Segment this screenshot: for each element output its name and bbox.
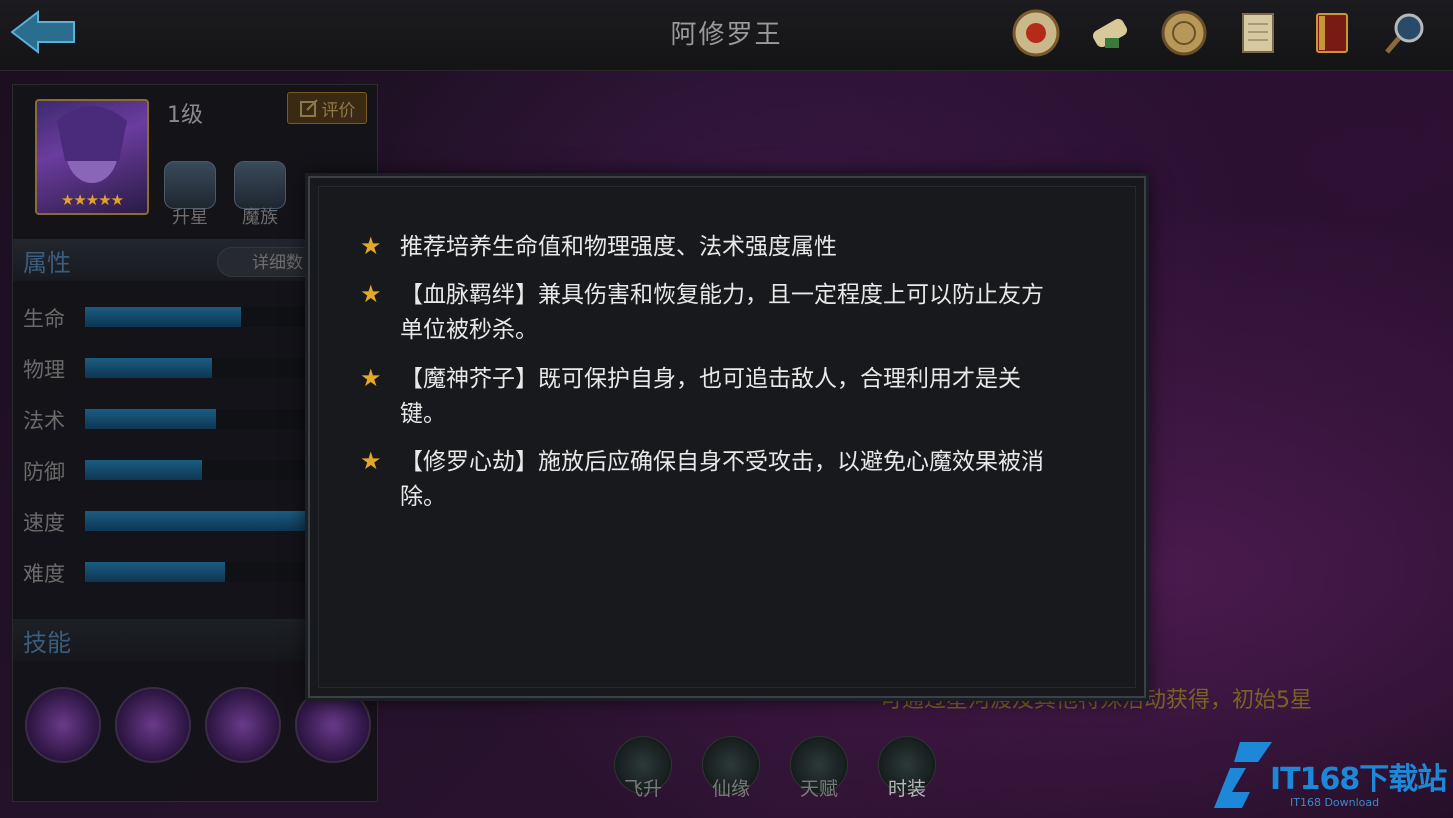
document-icon[interactable] xyxy=(1229,4,1287,62)
race-label: 魔族 xyxy=(242,207,278,228)
attribute-bar-fill xyxy=(85,307,242,327)
hero-star-rating: ★★★★★ xyxy=(60,191,124,209)
evaluate-label: 评价 xyxy=(321,100,356,121)
tab-bond-label: 仙缘 xyxy=(711,778,750,800)
tab-costume-label: 时装 xyxy=(887,778,926,800)
tip-text: 推荐培养生命值和物理强度、法术强度属性 xyxy=(400,234,837,260)
attribute-label: 生命 xyxy=(23,307,65,331)
coin-icon[interactable] xyxy=(1155,4,1213,62)
attribute-label: 法术 xyxy=(23,409,65,433)
star-bullet-icon: ★ xyxy=(360,280,382,308)
hero-avatar-icon xyxy=(57,106,127,183)
attribute-bar-fill xyxy=(85,409,217,429)
tip-item: ★ 推荐培养生命值和物理强度、法术强度属性 xyxy=(360,230,1060,265)
attribute-bar-fill xyxy=(85,460,203,480)
tab-costume[interactable]: 时装 xyxy=(876,736,938,801)
tip-text: 【魔神芥子】既可保护自身，也可追击敌人，合理利用才是关键。 xyxy=(400,366,1021,427)
attribute-label: 防御 xyxy=(23,460,65,484)
site-watermark: IT168下载站 IT168 Download xyxy=(1210,738,1450,814)
attribute-bar-track xyxy=(85,460,315,480)
tip-text: 【血脉羁绊】兼具伤害和恢复能力，且一定程度上可以防止友方单位被秒杀。 xyxy=(400,282,1044,343)
magnifier-icon[interactable] xyxy=(1377,4,1435,62)
demon-race-icon xyxy=(234,161,286,209)
book-icon[interactable] xyxy=(1303,4,1361,62)
tip-item: ★ 【血脉羁绊】兼具伤害和恢复能力，且一定程度上可以防止友方单位被秒杀。 xyxy=(360,278,1060,348)
attribute-bar-track xyxy=(85,562,315,582)
race-badge[interactable]: 魔族 xyxy=(231,161,289,229)
star-up-badge[interactable]: 升星 xyxy=(161,161,219,229)
tab-talent[interactable]: 天赋 xyxy=(788,736,850,801)
star-bullet-icon: ★ xyxy=(360,447,382,475)
tab-bond[interactable]: 仙缘 xyxy=(700,736,762,801)
attribute-bar-track xyxy=(85,358,315,378)
attributes-title: 属性 xyxy=(23,249,71,277)
tip-text: 【修罗心劫】施放后应确保自身不受攻击，以避免心魔效果被消除。 xyxy=(400,449,1044,510)
star-up-icon xyxy=(164,161,216,209)
attribute-bar-track xyxy=(85,511,315,531)
top-bar: 阿修罗王 xyxy=(0,0,1453,71)
star-bullet-icon: ★ xyxy=(360,364,382,392)
star-bullet-icon: ★ xyxy=(360,232,382,260)
tip-item: ★ 【魔神芥子】既可保护自身，也可追击敌人，合理利用才是关键。 xyxy=(360,362,1060,432)
scroll-seal-icon[interactable] xyxy=(1007,4,1065,62)
attribute-bar-fill xyxy=(85,562,226,582)
attribute-bar-track xyxy=(85,409,315,429)
skills-title: 技能 xyxy=(23,629,71,657)
attribute-bar-fill xyxy=(85,511,309,531)
skill-1-icon[interactable] xyxy=(25,687,101,763)
skill-3-icon[interactable] xyxy=(205,687,281,763)
map-scroll-icon[interactable] xyxy=(1081,4,1139,62)
hero-tips-popup[interactable]: ★ 推荐培养生命值和物理强度、法术强度属性 ★ 【血脉羁绊】兼具伤害和恢复能力，… xyxy=(308,176,1146,698)
tip-item: ★ 【修罗心劫】施放后应确保自身不受攻击，以避免心魔效果被消除。 xyxy=(360,445,1060,515)
skill-4-icon[interactable] xyxy=(295,687,371,763)
tab-talent-label: 天赋 xyxy=(799,778,838,800)
watermark-brand: IT168下载站 xyxy=(1270,762,1447,797)
attribute-label: 难度 xyxy=(23,562,65,586)
tab-ascend[interactable]: 飞升 xyxy=(612,736,674,801)
star-up-label: 升星 xyxy=(172,207,208,228)
attribute-bar-track xyxy=(85,307,315,327)
skill-2-icon[interactable] xyxy=(115,687,191,763)
hero-portrait[interactable]: ★★★★★ xyxy=(35,99,149,215)
evaluate-button[interactable]: 评价 xyxy=(287,92,367,124)
attribute-bar-fill xyxy=(85,358,212,378)
attribute-label: 速度 xyxy=(23,511,65,535)
hero-level: 1级 xyxy=(167,103,203,128)
attribute-label: 物理 xyxy=(23,358,65,382)
tab-ascend-label: 飞升 xyxy=(623,778,662,800)
watermark-sub: IT168 Download xyxy=(1290,796,1380,809)
edit-icon xyxy=(299,99,318,117)
